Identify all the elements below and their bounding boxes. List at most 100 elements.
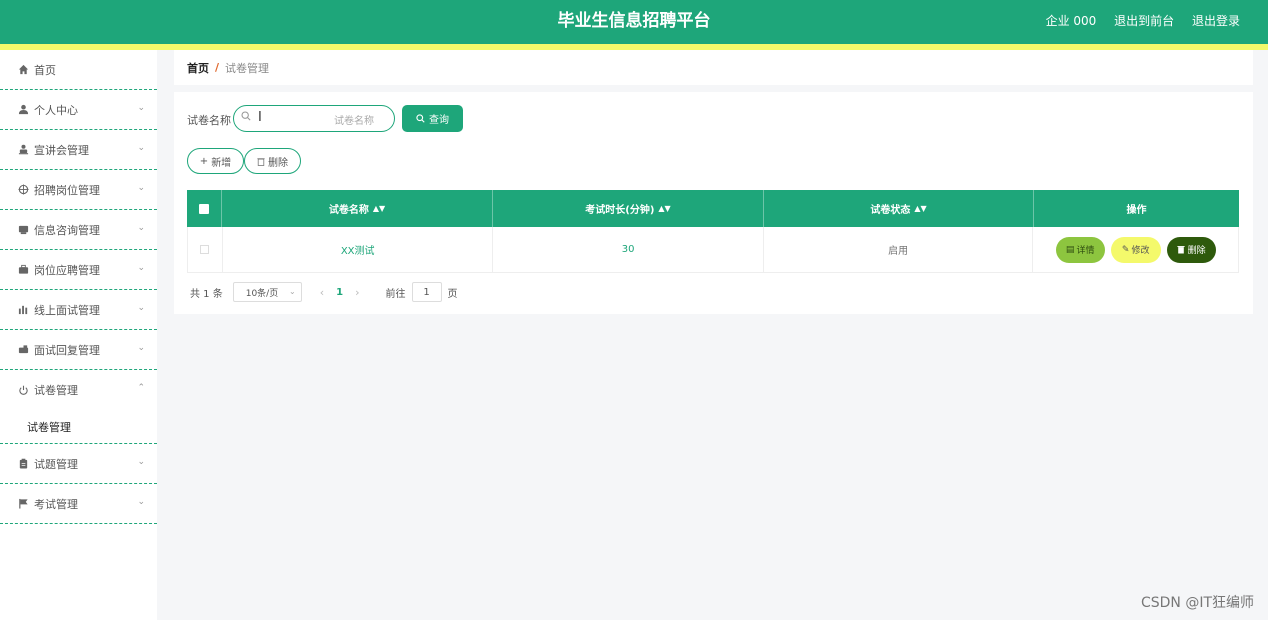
search-input[interactable]: I 试卷名称	[233, 105, 395, 132]
chevron-down-icon: ⌄	[137, 183, 145, 193]
sidebar-item-label: 招聘岗位管理	[34, 183, 100, 197]
breadcrumb: 首页 / 试卷管理	[174, 50, 1253, 85]
row-checkbox-cell	[188, 227, 223, 272]
query-button-label: 查询	[429, 115, 449, 126]
edit-button-label: 修改	[1131, 246, 1150, 256]
query-button[interactable]: 查询	[402, 105, 463, 132]
delete-button[interactable]: 删除	[1166, 236, 1216, 263]
edit-button[interactable]: ✎ 修改	[1110, 236, 1161, 263]
sidebar-item-job-posts[interactable]: 招聘岗位管理 ⌄	[0, 170, 157, 210]
sidebar-item-exam-papers[interactable]: 试卷管理 ⌃	[0, 370, 157, 410]
batch-delete-button-label: 删除	[268, 157, 288, 169]
sidebar-item-personal-center[interactable]: 个人中心 ⌄	[0, 90, 157, 130]
trash-icon	[1177, 245, 1185, 254]
chevron-up-icon: ⌃	[137, 383, 145, 393]
header-actions: 企业 000 退出到前台 退出登录	[1032, 0, 1240, 44]
next-page-icon[interactable]: ›	[355, 286, 359, 299]
user-icon	[17, 104, 29, 116]
target-icon	[17, 184, 29, 196]
card-icon	[17, 224, 29, 236]
cell-name: XX测试	[223, 227, 494, 272]
trash-icon	[257, 157, 265, 166]
home-icon	[17, 64, 29, 76]
chevron-down-icon: ⌄	[137, 303, 145, 313]
select-all-checkbox[interactable]	[199, 203, 209, 214]
reply-icon	[17, 344, 29, 356]
chevron-down-icon: ⌄	[137, 223, 145, 233]
goto-page-input[interactable]: 1	[411, 282, 442, 302]
column-header-status[interactable]: 试卷状态 ▲▼	[764, 190, 1034, 227]
flag-icon	[17, 498, 29, 510]
column-header-name[interactable]: 试卷名称 ▲▼	[222, 190, 493, 227]
sidebar-item-seminar[interactable]: 宣讲会管理 ⌄	[0, 130, 157, 170]
chevron-down-icon: ⌄	[137, 103, 145, 113]
sort-icon[interactable]: ▲▼	[914, 204, 926, 213]
sidebar-item-questions[interactable]: 试题管理 ⌄	[0, 444, 157, 484]
column-label: 操作	[1126, 205, 1147, 216]
sidebar-item-label: 个人中心	[34, 103, 78, 117]
chevron-down-icon: ⌄	[137, 143, 145, 153]
delete-button-label: 删除	[1187, 246, 1206, 256]
breadcrumb-separator: /	[215, 61, 220, 74]
search-placeholder: 试卷名称	[334, 116, 374, 127]
prev-page-icon[interactable]: ‹	[320, 286, 324, 299]
column-label: 试卷状态	[870, 205, 911, 216]
sort-icon[interactable]: ▲▼	[658, 204, 670, 213]
bar-chart-icon	[17, 304, 29, 316]
submenu-item-exam-papers[interactable]: 试卷管理	[0, 410, 157, 444]
briefcase-icon	[17, 264, 29, 276]
search-icon	[416, 114, 425, 123]
batch-delete-button[interactable]: 删除	[244, 148, 301, 174]
chevron-down-icon: ⌄	[137, 497, 145, 507]
detail-button[interactable]: ▤ 详情	[1055, 236, 1105, 263]
page-suffix: 页	[447, 288, 458, 300]
sidebar-item-interview-reply[interactable]: 面试回复管理 ⌄	[0, 330, 157, 370]
sidebar-item-label: 首页	[34, 63, 56, 77]
cell-actions: ▤ 详情 ✎ 修改 删除	[1033, 227, 1238, 272]
sidebar-item-label: 信息咨询管理	[34, 223, 100, 237]
search-icon	[241, 111, 251, 124]
power-icon	[17, 384, 29, 396]
back-to-front-link[interactable]: 退出到前台	[1114, 14, 1174, 28]
text-cursor-icon: I	[258, 110, 262, 125]
user-name[interactable]: 企业 000	[1046, 14, 1097, 28]
table-header: 试卷名称 ▲▼ 考试时长(分钟) ▲▼ 试卷状态 ▲▼ 操作	[187, 190, 1239, 227]
top-header: 毕业生信息招聘平台 企业 000 退出到前台 退出登录	[0, 0, 1268, 44]
sidebar-item-label: 试卷管理	[34, 384, 78, 397]
clipboard-icon	[17, 458, 29, 470]
sidebar-item-exams[interactable]: 考试管理 ⌄	[0, 484, 157, 524]
pagination: 共 1 条 10条/页 ⌄ ‹ 1 › 前往 1 页	[190, 282, 458, 302]
column-label: 试卷名称	[328, 205, 369, 216]
column-header-duration[interactable]: 考试时长(分钟) ▲▼	[493, 190, 764, 227]
sidebar-item-home[interactable]: 首页	[0, 50, 157, 90]
sidebar-item-info-consult[interactable]: 信息咨询管理 ⌄	[0, 210, 157, 250]
plus-icon: +	[199, 155, 209, 167]
chevron-down-icon: ⌄	[289, 287, 296, 296]
column-header-actions: 操作	[1034, 190, 1239, 227]
add-button[interactable]: + 新增	[187, 148, 244, 174]
page-size-value: 10条/页	[245, 288, 279, 299]
chevron-down-icon: ⌄	[137, 263, 145, 273]
main-content: 试卷名称 I 试卷名称 查询 + 新增 删除 试卷名称 ▲▼ 考试时长(分钟) …	[174, 92, 1253, 314]
document-icon: ▤	[1065, 244, 1075, 255]
sidebar: 首页 个人中心 ⌄ 宣讲会管理 ⌄ 招聘岗位管理 ⌄ 信息咨询管理 ⌄ 岗位应聘…	[0, 50, 157, 620]
breadcrumb-current: 试卷管理	[225, 61, 270, 75]
select-all-checkbox-cell	[187, 190, 222, 227]
pagination-total: 共 1 条	[190, 288, 223, 300]
exam-paper-table: 试卷名称 ▲▼ 考试时长(分钟) ▲▼ 试卷状态 ▲▼ 操作 XX测试 30 启…	[187, 190, 1239, 273]
page-number-current[interactable]: 1	[336, 287, 343, 298]
sidebar-item-label: 考试管理	[34, 497, 78, 511]
goto-label: 前往	[385, 288, 406, 300]
page-size-select[interactable]: 10条/页 ⌄	[232, 282, 302, 302]
logout-link[interactable]: 退出登录	[1192, 14, 1240, 28]
sidebar-item-label: 岗位应聘管理	[34, 263, 100, 277]
detail-button-label: 详情	[1076, 246, 1095, 256]
sidebar-item-label: 宣讲会管理	[34, 143, 89, 157]
person-icon	[17, 144, 29, 156]
cell-status: 启用	[764, 227, 1034, 272]
sort-icon[interactable]: ▲▼	[373, 204, 385, 213]
sidebar-item-job-applications[interactable]: 岗位应聘管理 ⌄	[0, 250, 157, 290]
breadcrumb-home[interactable]: 首页	[187, 60, 209, 76]
sidebar-item-online-interview[interactable]: 线上面试管理 ⌄	[0, 290, 157, 330]
row-checkbox[interactable]	[200, 245, 210, 254]
